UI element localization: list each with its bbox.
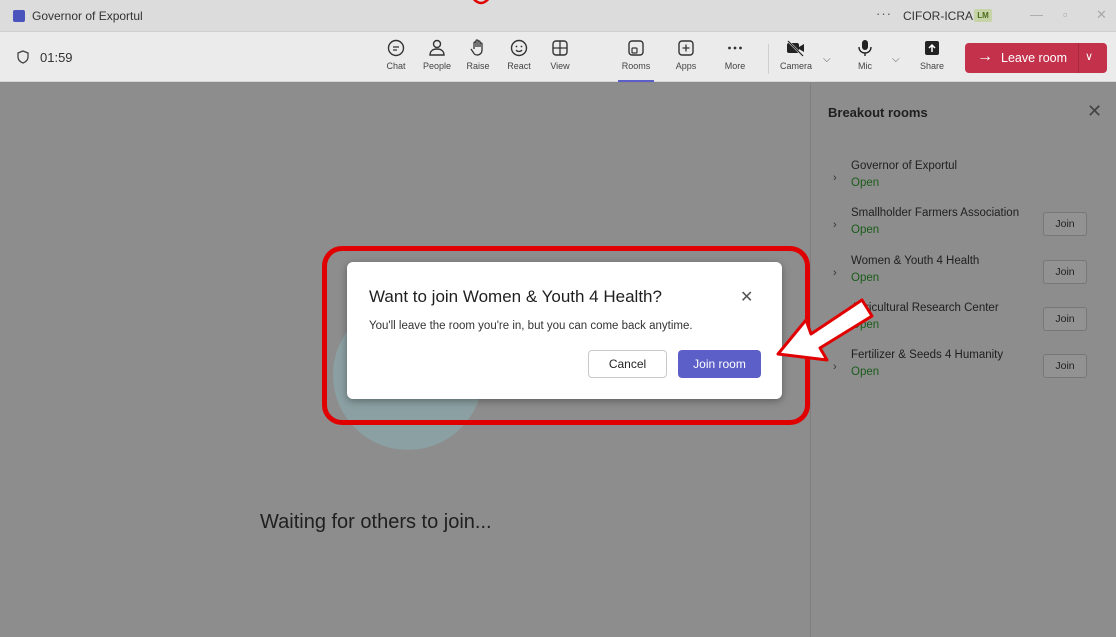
- cancel-button[interactable]: Cancel: [588, 350, 667, 378]
- more-icon: [728, 46, 742, 50]
- more-button[interactable]: More: [715, 38, 755, 78]
- react-label: React: [507, 61, 531, 71]
- rooms-button[interactable]: Rooms: [616, 38, 656, 82]
- mic-options-chevron-down-icon[interactable]: ⌵: [892, 54, 900, 65]
- dialog-message: You'll leave the room you're in, but you…: [369, 320, 693, 332]
- more-options-icon[interactable]: ···: [876, 6, 892, 21]
- camera-off-icon: [787, 40, 804, 57]
- room-name: Governor of Exportul: [851, 160, 958, 172]
- rooms-label: Rooms: [621, 61, 651, 71]
- meeting-timer: 01:59: [40, 50, 73, 65]
- join-room-button[interactable]: Join: [1043, 260, 1087, 284]
- waiting-message: Waiting for others to join...: [260, 511, 492, 533]
- join-room-button[interactable]: Join room: [678, 350, 761, 378]
- teams-logo-icon: [13, 10, 25, 22]
- panel-title: Breakout rooms: [828, 105, 928, 120]
- join-room-button[interactable]: Join: [1043, 212, 1087, 236]
- apps-icon: [678, 40, 694, 56]
- room-name: Smallholder Farmers Association: [851, 207, 1020, 219]
- camera-button[interactable]: Camera: [776, 38, 816, 78]
- people-icon: [429, 39, 445, 56]
- more-label: More: [724, 61, 746, 71]
- raise-hand-icon: [470, 39, 483, 56]
- rooms-icon: [628, 40, 644, 56]
- share-icon: [925, 41, 939, 55]
- minimize-icon[interactable]: —: [1030, 7, 1043, 22]
- share-label: Share: [919, 61, 945, 71]
- chevron-right-icon[interactable]: ›: [833, 219, 837, 231]
- avatar[interactable]: LM: [974, 9, 992, 22]
- people-label: People: [422, 61, 452, 71]
- people-button[interactable]: People: [417, 38, 457, 78]
- dialog-title: Want to join Women & Youth 4 Health?: [369, 287, 662, 306]
- chat-label: Chat: [386, 61, 406, 71]
- mic-label: Mic: [858, 61, 872, 71]
- chat-icon: [387, 39, 405, 57]
- annotation-mark: [473, 0, 489, 5]
- join-room-dialog: Want to join Women & Youth 4 Health? ✕ Y…: [347, 262, 782, 399]
- close-window-icon[interactable]: ✕: [1096, 7, 1107, 23]
- maximize-icon[interactable]: ▫: [1063, 7, 1068, 22]
- join-room-button[interactable]: Join: [1043, 307, 1087, 331]
- leave-divider: [1078, 43, 1079, 73]
- view-label: View: [550, 61, 570, 71]
- close-icon[interactable]: ✕: [1087, 101, 1102, 122]
- camera-label: Camera: [779, 61, 812, 71]
- organization-name[interactable]: CIFOR-ICRAF: [903, 9, 980, 23]
- chat-button[interactable]: Chat: [376, 38, 416, 78]
- pointer-arrow-icon: [776, 298, 874, 362]
- mic-button[interactable]: Mic: [845, 38, 885, 78]
- close-icon[interactable]: ✕: [740, 287, 753, 307]
- leave-room-label: Leave room: [1001, 51, 1068, 65]
- raise-label: Raise: [466, 61, 490, 71]
- chevron-right-icon[interactable]: ›: [833, 172, 837, 184]
- toolbar-divider: [768, 44, 769, 74]
- room-item[interactable]: › Governor of Exportul Open: [811, 160, 1116, 204]
- mic-icon: [858, 40, 872, 56]
- chevron-right-icon[interactable]: ›: [833, 267, 837, 279]
- title-bar: Governor of Exportul ··· CIFOR-ICRAF LM …: [0, 0, 1116, 32]
- leave-options-chevron-down-icon[interactable]: ∨: [1085, 50, 1093, 63]
- apps-label: Apps: [675, 61, 697, 71]
- apps-button[interactable]: Apps: [666, 38, 706, 78]
- react-button[interactable]: React: [499, 38, 539, 78]
- room-status: Open: [851, 177, 880, 189]
- camera-options-chevron-down-icon[interactable]: ⌵: [823, 54, 831, 65]
- view-icon: [552, 40, 568, 56]
- room-item[interactable]: › Smallholder Farmers Association Open J…: [811, 207, 1116, 251]
- room-name: Women & Youth 4 Health: [851, 255, 980, 267]
- view-button[interactable]: View: [540, 38, 580, 78]
- leave-room-button[interactable]: → Leave room ∨: [965, 43, 1107, 73]
- arrow-right-icon: →: [977, 48, 993, 65]
- join-room-button[interactable]: Join: [1043, 354, 1087, 378]
- share-button[interactable]: Share: [912, 38, 952, 78]
- raise-hand-button[interactable]: Raise: [458, 38, 498, 78]
- room-status: Open: [851, 224, 880, 236]
- window-title: Governor of Exportul: [32, 9, 143, 23]
- react-icon: [510, 39, 528, 57]
- shield-icon: [17, 50, 29, 64]
